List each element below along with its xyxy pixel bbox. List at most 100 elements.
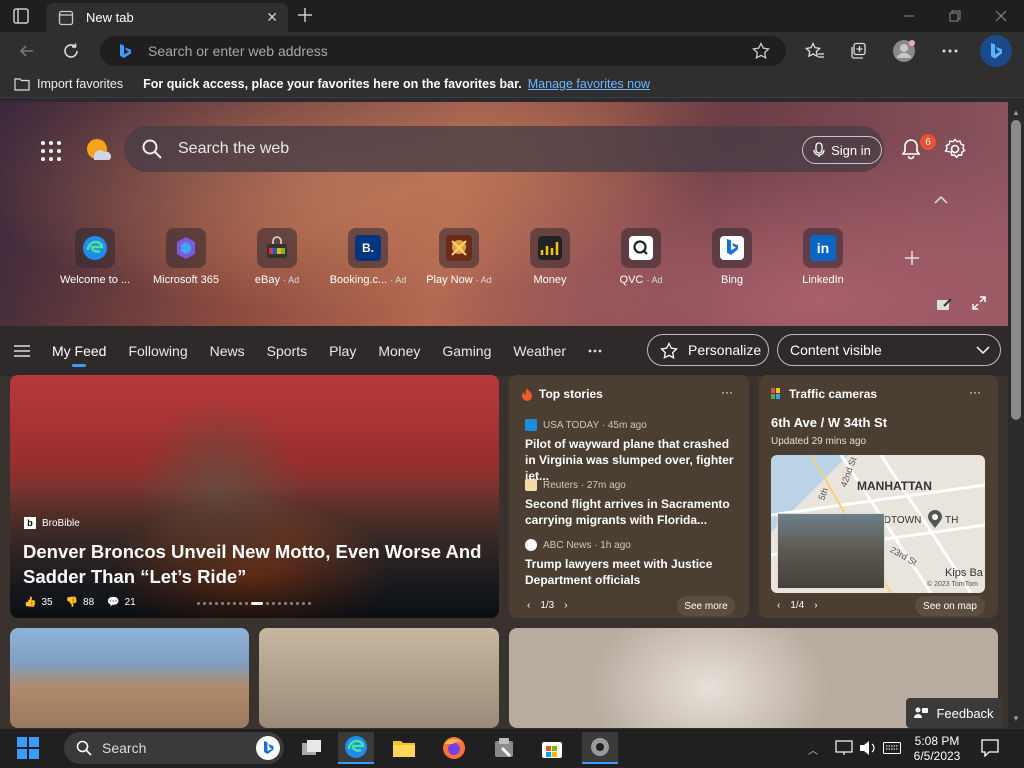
story-source: b BroBible bbox=[24, 517, 80, 529]
quick-link[interactable]: Money bbox=[505, 228, 595, 286]
import-icon bbox=[14, 77, 30, 91]
quick-link[interactable]: eBay · Ad bbox=[232, 228, 322, 286]
dislike-count: 88 bbox=[83, 597, 95, 608]
chevron-right-icon[interactable]: › bbox=[564, 600, 567, 611]
tab-weather[interactable]: Weather bbox=[513, 343, 566, 359]
collapse-chevron-icon[interactable] bbox=[934, 196, 948, 204]
close-window-icon[interactable] bbox=[978, 0, 1024, 32]
personalize-button[interactable]: Personalize bbox=[647, 334, 769, 366]
chevron-left-icon[interactable]: ‹ bbox=[527, 600, 530, 611]
tab-new-tab[interactable]: New tab ✕ bbox=[46, 3, 288, 32]
close-tab-icon[interactable]: ✕ bbox=[266, 9, 278, 26]
sign-in-button[interactable]: Sign in bbox=[802, 136, 882, 164]
story-reactions: 👍 35 👎 88 💬 21 bbox=[24, 597, 136, 608]
traffic-map[interactable]: MANHATTAN 5th 42nd St IDTOWN TH 23rd St … bbox=[771, 455, 985, 593]
bing-taskbar-icon[interactable] bbox=[256, 736, 280, 760]
tab-my-feed[interactable]: My Feed bbox=[52, 343, 106, 367]
chevron-right-icon[interactable]: › bbox=[814, 600, 817, 611]
taskbar-clock[interactable]: 5:08 PM 6/5/2023 bbox=[908, 734, 966, 764]
new-tab-icon[interactable] bbox=[296, 6, 314, 24]
expand-icon[interactable] bbox=[972, 296, 986, 310]
more-options-icon[interactable]: ··· bbox=[969, 385, 981, 399]
favorites-tip: For quick access, place your favorites h… bbox=[143, 76, 522, 91]
app-icon[interactable] bbox=[486, 732, 522, 764]
tab-following[interactable]: Following bbox=[128, 343, 187, 359]
microsoft-store-icon[interactable] bbox=[534, 732, 570, 764]
restore-icon[interactable] bbox=[932, 0, 978, 32]
camera-updated: Updated 29 mins ago bbox=[771, 436, 867, 447]
file-explorer-icon[interactable] bbox=[386, 732, 422, 764]
keyboard-icon[interactable] bbox=[874, 732, 910, 764]
refresh-icon[interactable] bbox=[56, 36, 86, 66]
notification-center-icon[interactable] bbox=[972, 732, 1008, 764]
story-card-boxes[interactable] bbox=[259, 628, 499, 728]
windows-start-icon[interactable] bbox=[10, 732, 46, 764]
quick-link[interactable]: Microsoft 365 bbox=[141, 228, 231, 286]
minimize-icon[interactable] bbox=[886, 0, 932, 32]
see-more-button[interactable]: See more bbox=[677, 596, 735, 616]
edit-background-icon[interactable] bbox=[936, 296, 952, 312]
see-on-map-button[interactable]: See on map bbox=[915, 596, 985, 616]
settings-taskbar-icon[interactable] bbox=[582, 732, 618, 764]
story-item[interactable]: Reuters · 27m ago Second flight arrives … bbox=[525, 479, 737, 528]
camera-pin-icon[interactable] bbox=[927, 509, 943, 529]
carousel-dots[interactable] bbox=[197, 602, 311, 605]
show-hidden-icons[interactable]: ︿ bbox=[808, 742, 818, 757]
tab-actions-icon[interactable] bbox=[12, 7, 30, 25]
quick-link[interactable]: Play Now · Ad bbox=[414, 228, 504, 286]
like-icon[interactable]: 👍 bbox=[24, 597, 36, 608]
more-tabs-icon[interactable] bbox=[588, 349, 602, 353]
comment-icon[interactable]: 💬 bbox=[107, 597, 119, 608]
collections-icon[interactable] bbox=[843, 36, 873, 66]
page-scrollbar[interactable]: ▲ ▼ bbox=[1008, 102, 1024, 728]
edge-taskbar-icon[interactable] bbox=[338, 732, 374, 764]
quick-link[interactable]: in LinkedIn bbox=[778, 228, 868, 286]
back-icon[interactable] bbox=[12, 36, 42, 66]
featured-story-card[interactable]: b BroBible Denver Broncos Unveil New Mot… bbox=[10, 375, 499, 618]
web-search-box[interactable]: Search the web bbox=[124, 126, 884, 172]
firefox-icon[interactable] bbox=[436, 732, 472, 764]
story-item[interactable]: ABC News · 1h ago Trump lawyers meet wit… bbox=[525, 539, 737, 588]
camera-snapshot[interactable] bbox=[777, 513, 885, 589]
story-card-lake[interactable] bbox=[10, 628, 249, 728]
like-count: 35 bbox=[41, 597, 53, 608]
favorite-star-icon[interactable] bbox=[746, 36, 776, 66]
feedback-icon bbox=[914, 706, 929, 720]
address-bar[interactable]: Search or enter web address bbox=[100, 36, 786, 66]
tab-money[interactable]: Money bbox=[378, 343, 420, 359]
settings-gear-icon[interactable] bbox=[944, 138, 966, 160]
quick-link[interactable]: B. Booking.c... · Ad bbox=[323, 228, 413, 286]
taskbar-search[interactable]: Search bbox=[64, 732, 284, 764]
more-options-icon[interactable]: ··· bbox=[721, 385, 733, 399]
quick-link[interactable]: QVC · Ad bbox=[596, 228, 686, 286]
notifications-bell-icon[interactable] bbox=[900, 138, 922, 160]
chevron-left-icon[interactable]: ‹ bbox=[777, 600, 780, 611]
import-favorites-button[interactable]: Import favorites bbox=[14, 77, 123, 91]
qvc-icon bbox=[621, 228, 661, 268]
dislike-icon[interactable]: 👎 bbox=[66, 597, 78, 608]
add-quick-link-icon[interactable] bbox=[904, 250, 920, 266]
top-stories-header: Top stories bbox=[521, 387, 603, 401]
profile-avatar-icon[interactable] bbox=[889, 36, 919, 66]
weather-icon[interactable] bbox=[84, 136, 112, 164]
usatoday-logo-icon bbox=[525, 419, 537, 431]
menu-hamburger-icon[interactable] bbox=[14, 345, 30, 357]
more-options-icon[interactable] bbox=[935, 36, 965, 66]
bing-icon bbox=[712, 228, 752, 268]
feedback-button[interactable]: Feedback bbox=[906, 698, 1002, 728]
apps-launcher-icon[interactable] bbox=[40, 140, 62, 162]
tab-news[interactable]: News bbox=[210, 343, 245, 359]
task-view-icon[interactable] bbox=[294, 732, 330, 764]
content-visibility-select[interactable]: Content visible bbox=[777, 334, 1001, 366]
quick-link[interactable]: Bing bbox=[687, 228, 777, 286]
quick-link[interactable]: Welcome to ... bbox=[50, 228, 140, 286]
scrollbar-thumb[interactable] bbox=[1011, 120, 1021, 420]
bing-copilot-icon[interactable] bbox=[980, 35, 1012, 67]
favorites-icon[interactable] bbox=[800, 36, 830, 66]
tab-play[interactable]: Play bbox=[329, 343, 356, 359]
story-item[interactable]: USA TODAY · 45m ago Pilot of wayward pla… bbox=[525, 419, 737, 484]
tab-sports[interactable]: Sports bbox=[267, 343, 307, 359]
microphone-icon[interactable] bbox=[813, 142, 825, 158]
tab-gaming[interactable]: Gaming bbox=[442, 343, 491, 359]
manage-favorites-link[interactable]: Manage favorites now bbox=[528, 77, 650, 91]
